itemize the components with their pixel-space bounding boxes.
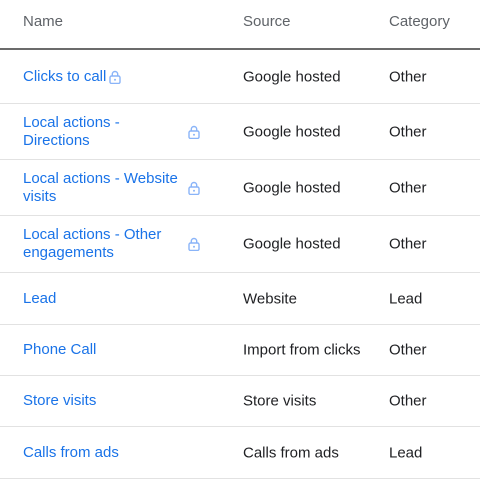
source-cell: Import from clicks: [243, 341, 361, 359]
table-row: Phone Call Import from clicks Other: [0, 325, 480, 376]
source-cell: Calls from ads: [243, 444, 339, 461]
conversion-name-link[interactable]: Local actions - Other engagements: [23, 226, 183, 262]
column-header-name[interactable]: Name: [23, 13, 63, 30]
conversion-name-link[interactable]: Local actions - Website visits: [23, 170, 183, 206]
lock-icon: [188, 125, 200, 139]
lock-icon: [109, 70, 121, 84]
category-cell: Other: [389, 235, 427, 253]
table-row: Local actions - Website visits Google ho…: [0, 160, 480, 216]
category-cell: Other: [389, 68, 427, 85]
source-cell: Google hosted: [243, 179, 341, 196]
lock-icon: [188, 237, 200, 251]
table-row: Clicks to call Google hosted Other: [0, 50, 480, 104]
source-cell: Store visits: [243, 392, 317, 410]
table-row: Lead Website Lead: [0, 273, 480, 325]
conversion-name-link[interactable]: Calls from ads: [23, 444, 119, 462]
conversion-name-link[interactable]: Store visits: [23, 392, 96, 410]
source-cell: Google hosted: [243, 235, 341, 253]
table-row: Calls from ads Calls from ads Lead: [0, 427, 480, 479]
category-cell: Lead: [389, 444, 423, 461]
column-header-source[interactable]: Source: [243, 13, 291, 30]
conversion-name-link[interactable]: Lead: [23, 290, 56, 308]
table-row: Store visits Store visits Other: [0, 376, 480, 427]
conversion-name-link[interactable]: Local actions - Directions: [23, 114, 183, 150]
table-header: Name Source Category: [0, 0, 480, 50]
category-cell: Other: [389, 123, 427, 140]
category-cell: Other: [389, 179, 427, 196]
category-cell: Other: [389, 392, 427, 410]
table-row: Local actions - Other engagements Google…: [0, 216, 480, 273]
conversion-name-link[interactable]: Clicks to call: [23, 68, 106, 86]
source-cell: Website: [243, 290, 297, 307]
conversion-actions-table: Name Source Category Clicks to call Goog…: [0, 0, 480, 479]
source-cell: Google hosted: [243, 68, 341, 85]
category-cell: Lead: [389, 290, 423, 307]
conversion-name-link[interactable]: Phone Call: [23, 341, 96, 359]
source-cell: Google hosted: [243, 123, 341, 140]
column-header-category[interactable]: Category: [389, 13, 450, 30]
category-cell: Other: [389, 341, 427, 359]
lock-icon: [188, 181, 200, 195]
table-row: Local actions - Directions Google hosted…: [0, 104, 480, 160]
